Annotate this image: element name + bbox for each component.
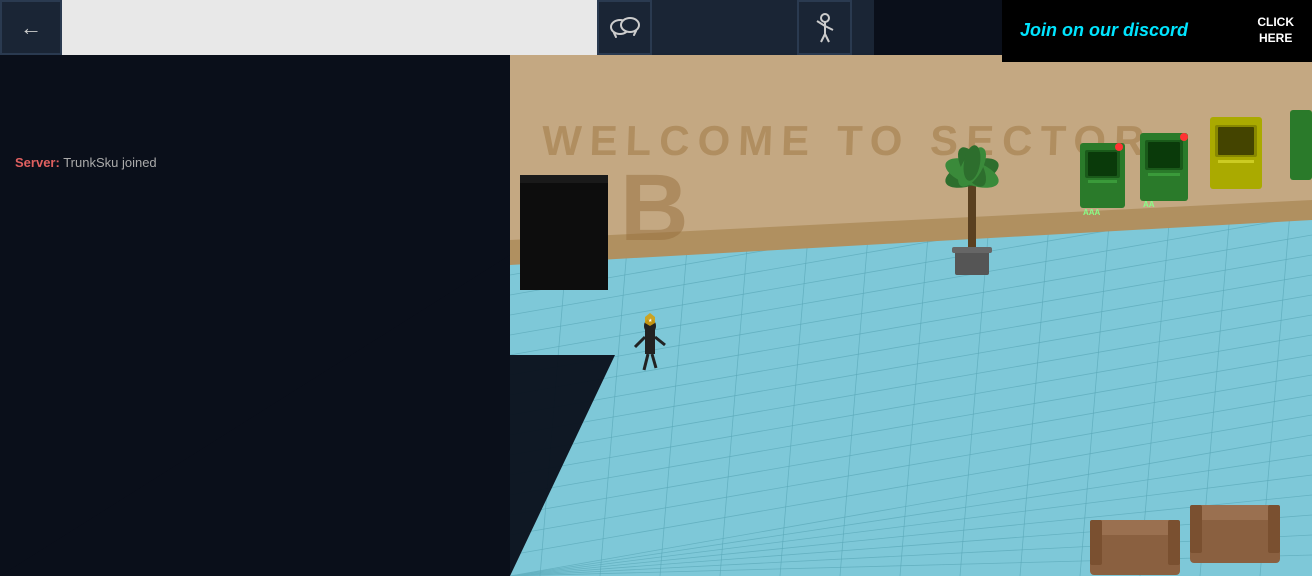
server-message: Server: TrunkSku joined [15,155,157,170]
back-button[interactable]: ← [0,0,62,55]
click-here-text: CLICKHERE [1257,15,1294,46]
back-arrow-icon: ← [20,15,42,41]
server-label: Server: [15,155,60,170]
toolbar-spacer [652,0,797,55]
game-world: WELCOME TO SECTOR B AAA AA [0,55,1312,576]
svg-text:★: ★ [648,318,653,324]
svg-text:AA: AA [1143,200,1155,209]
discord-banner[interactable]: Join on our discord CLICKHERE [1002,0,1312,62]
server-message-text: TrunkSku joined [63,155,156,170]
toolbar-end [852,0,874,55]
search-input[interactable] [62,0,597,55]
emote-icon [811,12,839,44]
emote-button[interactable] [797,0,852,55]
discord-join-text: Join on our discord [1020,20,1188,42]
chat-button[interactable] [597,0,652,55]
svg-text:AAA: AAA [1083,208,1101,217]
chat-icon [610,13,640,43]
game-area: WELCOME TO SECTOR B AAA AA [0,0,1312,576]
svg-text:B: B [620,155,689,261]
